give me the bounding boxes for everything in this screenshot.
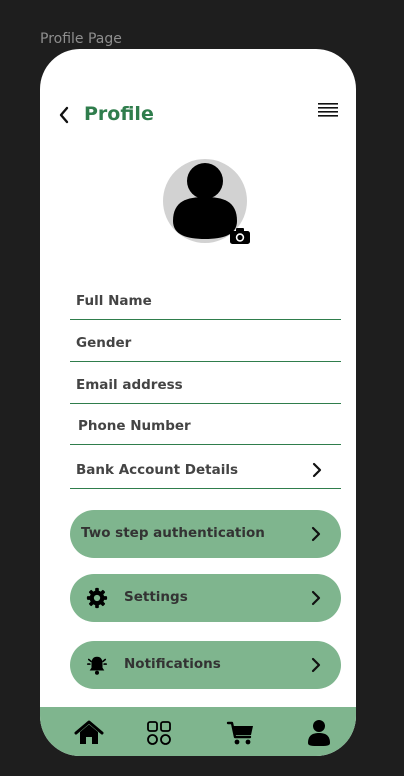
two-step-authentication-label: Two step authentication	[81, 525, 265, 541]
gender-label: Gender	[76, 335, 132, 351]
nav-home[interactable]	[74, 719, 104, 747]
user-icon	[308, 720, 330, 746]
grid-icon	[147, 721, 171, 745]
profile-header: Profile	[40, 49, 356, 244]
email-label: Email address	[76, 377, 183, 393]
notifications-button[interactable]: Notifications	[70, 641, 341, 689]
settings-label: Settings	[124, 589, 188, 605]
chevron-right-icon	[312, 462, 322, 478]
notifications-label: Notifications	[124, 656, 221, 672]
gender-field[interactable]: Gender	[70, 327, 341, 362]
cart-icon	[226, 721, 253, 745]
full-name-field[interactable]: Full Name	[70, 285, 341, 320]
bell-icon	[87, 656, 107, 675]
phone-number-label: Phone Number	[78, 418, 191, 434]
nav-profile[interactable]	[305, 719, 335, 747]
phone-number-field[interactable]: Phone Number	[70, 410, 341, 445]
home-icon	[74, 720, 104, 744]
bottom-nav	[40, 707, 356, 756]
phone-screen: Profile Full Name Gender Email address P…	[40, 49, 356, 756]
frame-label: Profile Page	[40, 31, 122, 47]
gear-icon	[86, 587, 108, 609]
menu-button[interactable]	[317, 102, 339, 118]
bank-account-details-item[interactable]: Bank Account Details	[70, 454, 341, 489]
change-photo-button[interactable]	[229, 227, 251, 245]
bank-account-details-label: Bank Account Details	[76, 462, 239, 478]
chevron-right-icon	[311, 526, 321, 542]
camera-icon	[230, 228, 250, 244]
avatar[interactable]	[163, 159, 251, 245]
menu-icon	[318, 103, 338, 117]
chevron-right-icon	[311, 590, 321, 606]
settings-button[interactable]: Settings	[70, 574, 341, 622]
email-field[interactable]: Email address	[70, 369, 341, 404]
back-button[interactable]	[54, 104, 74, 126]
page-title: Profile	[84, 103, 154, 125]
nav-categories[interactable]	[144, 719, 174, 747]
nav-cart[interactable]	[226, 719, 256, 747]
chevron-right-icon	[311, 657, 321, 673]
two-step-authentication-button[interactable]: Two step authentication	[70, 510, 341, 558]
chevron-left-icon	[59, 106, 69, 124]
full-name-label: Full Name	[76, 293, 152, 309]
